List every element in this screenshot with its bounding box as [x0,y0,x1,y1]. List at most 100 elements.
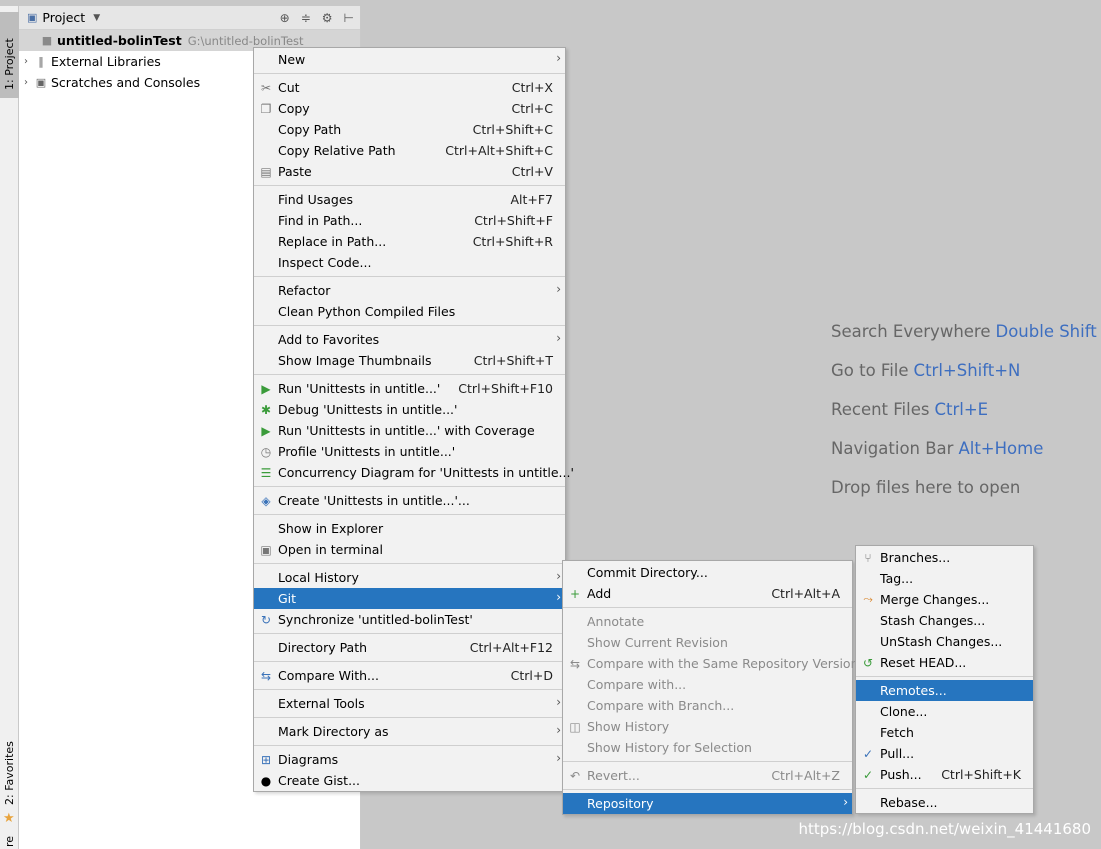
context-item-find-in-path[interactable]: Find in Path... Ctrl+Shift+F [254,210,565,231]
menu-item-label: Concurrency Diagram for 'Unittests in un… [278,465,574,480]
context-item-create-gist[interactable]: ● Create Gist... [254,770,565,791]
repo-item-fetch[interactable]: Fetch [856,722,1033,743]
repo-item-tag[interactable]: Tag... [856,568,1033,589]
menu-item-label: Directory Path [278,640,368,655]
history-icon: ◫ [569,719,581,734]
context-item-inspect-code[interactable]: Inspect Code... [254,252,565,273]
compare-icon: ⇆ [569,656,581,671]
context-item-git[interactable]: Git › [254,588,565,609]
run-icon: ▶ [261,381,271,396]
context-item-show-image-thumbnails[interactable]: Show Image Thumbnails Ctrl+Shift+T [254,350,565,371]
concurrency-icon: ☰ [260,465,272,480]
menu-item-label: Annotate [587,614,645,629]
repo-item-clone[interactable]: Clone... [856,701,1033,722]
editor-hint: Go to File Ctrl+Shift+N [831,361,1097,400]
editor-hint: Recent Files Ctrl+E [831,400,1097,439]
tree-node-label: Scratches and Consoles [51,75,201,90]
gear-icon[interactable]: ⚙ [322,11,333,25]
reset-icon: ↺ [862,655,874,670]
context-item-local-history[interactable]: Local History › [254,567,565,588]
copy-icon: ❐ [260,101,272,116]
context-item-synchronize-untitled-bolintest[interactable]: ↻ Synchronize 'untitled-bolinTest' [254,609,565,630]
menu-separator [254,630,565,634]
context-item-clean-python-compiled-files[interactable]: Clean Python Compiled Files [254,301,565,322]
context-item-refactor[interactable]: Refactor › [254,280,565,301]
bottom-tool-tab[interactable]: re [0,836,19,849]
menu-item-label: Pull... [880,746,915,761]
editor-empty-hints: Search Everywhere Double Shift Go to File C… [831,322,1097,517]
chevron-right-icon: › [556,723,561,737]
menu-item-label: Compare with Branch... [587,698,735,713]
hide-icon[interactable]: ⊢ [344,11,354,25]
context-item-copy[interactable]: ❐ Copy Ctrl+C [254,98,565,119]
hint-text: Navigation Bar [831,439,954,458]
chevron-right-icon: › [556,282,561,296]
compare-icon: ⇆ [260,668,272,683]
tree-node-label: External Libraries [51,54,161,69]
context-item-replace-in-path[interactable]: Replace in Path... Ctrl+Shift+R [254,231,565,252]
repo-item-reset-head[interactable]: ↺ Reset HEAD... [856,652,1033,673]
context-item-profile-unittests-in-untitle[interactable]: ◷ Profile 'Unittests in untitle...' [254,441,565,462]
repo-item-unstash-changes[interactable]: UnStash Changes... [856,631,1033,652]
menu-item-label: Run 'Unittests in untitle...' [278,381,441,396]
repo-item-merge-changes[interactable]: ⤳ Merge Changes... [856,589,1033,610]
project-view-selector[interactable]: Project [42,10,85,25]
menu-item-label: Add [587,586,612,601]
git-item-add[interactable]: + Add Ctrl+Alt+A [563,583,852,604]
context-item-directory-path[interactable]: Directory Path Ctrl+Alt+F12 [254,637,565,658]
menu-separator [563,786,852,790]
menu-separator [254,560,565,564]
repo-item-push[interactable]: ✓ Push... Ctrl+Shift+K [856,764,1033,785]
expand-arrow-icon[interactable]: › [19,77,33,88]
menu-item-shortcut: Ctrl+Shift+C [472,122,553,137]
context-item-compare-with[interactable]: ⇆ Compare With... Ctrl+D [254,665,565,686]
menu-item-label: Compare With... [278,668,379,683]
menu-item-label: Create 'Unittests in untitle...'... [278,493,470,508]
git-item-repository[interactable]: Repository › [563,793,852,814]
expand-arrow-icon[interactable]: › [19,56,33,67]
locate-icon[interactable]: ⊕ [280,11,290,25]
menu-separator [254,511,565,515]
repo-item-rebase[interactable]: Rebase... [856,792,1033,813]
context-item-diagrams[interactable]: ⊞ Diagrams › [254,749,565,770]
git-submenu: Commit Directory... + Add Ctrl+Alt+A Annotat… [562,560,859,815]
context-item-create-unittests-in-untitle[interactable]: ◈ Create 'Unittests in untitle...'... [254,490,565,511]
git-item-compare-with-branch: Compare with Branch... [563,695,852,716]
collapse-all-icon[interactable]: ≑ [301,11,311,25]
context-item-copy-path[interactable]: Copy Path Ctrl+Shift+C [254,119,565,140]
git-item-commit-directory[interactable]: Commit Directory... [563,562,852,583]
project-tool-tab[interactable]: 1: Project [0,12,19,98]
menu-item-label: Synchronize 'untitled-bolinTest' [278,612,473,627]
context-item-find-usages[interactable]: Find Usages Alt+F7 [254,189,565,210]
context-item-debug-unittests-in-untitle[interactable]: ✱ Debug 'Unittests in untitle...' [254,399,565,420]
context-item-run-unittests-in-untitle-with-coverage[interactable]: ▶ Run 'Unittests in untitle...' with Cove… [254,420,565,441]
branch-icon: ⑂ [864,550,872,565]
context-item-new[interactable]: New › [254,49,565,70]
context-item-show-in-explorer[interactable]: Show in Explorer [254,518,565,539]
menu-item-shortcut: Ctrl+X [511,80,553,95]
context-item-paste[interactable]: ▤ Paste Ctrl+V [254,161,565,182]
repo-item-remotes[interactable]: Remotes... [856,680,1033,701]
context-item-mark-directory-as[interactable]: Mark Directory as › [254,721,565,742]
chevron-down-icon[interactable]: ▼ [93,13,100,23]
context-item-external-tools[interactable]: External Tools › [254,693,565,714]
hint-shortcut: Ctrl+E [934,400,989,419]
context-item-add-to-favorites[interactable]: Add to Favorites › [254,329,565,350]
menu-item-label: Commit Directory... [587,565,708,580]
repo-item-pull[interactable]: ✓ Pull... [856,743,1033,764]
context-item-copy-relative-path[interactable]: Copy Relative Path Ctrl+Alt+Shift+C [254,140,565,161]
context-item-run-unittests-in-untitle[interactable]: ▶ Run 'Unittests in untitle...' Ctrl+Shift… [254,378,565,399]
menu-item-shortcut: Ctrl+Shift+F [474,213,553,228]
menu-item-label: Reset HEAD... [880,655,967,670]
repo-item-stash-changes[interactable]: Stash Changes... [856,610,1033,631]
paste-icon: ▤ [260,164,272,179]
context-item-open-in-terminal[interactable]: ▣ Open in terminal [254,539,565,560]
menu-item-label: Find Usages [278,192,354,207]
favorites-tool-tab[interactable]: 2: Favorites ★ [0,741,19,831]
menu-item-label: Refactor [278,283,331,298]
repo-item-branches[interactable]: ⑂ Branches... [856,547,1033,568]
context-item-cut[interactable]: ✂ Cut Ctrl+X [254,77,565,98]
diagram-icon: ⊞ [260,752,272,767]
context-item-concurrency-diagram-for-unittests-in-untitle[interactable]: ☰ Concurrency Diagram for 'Unittests in u… [254,462,574,483]
sync-icon: ↻ [260,612,272,627]
